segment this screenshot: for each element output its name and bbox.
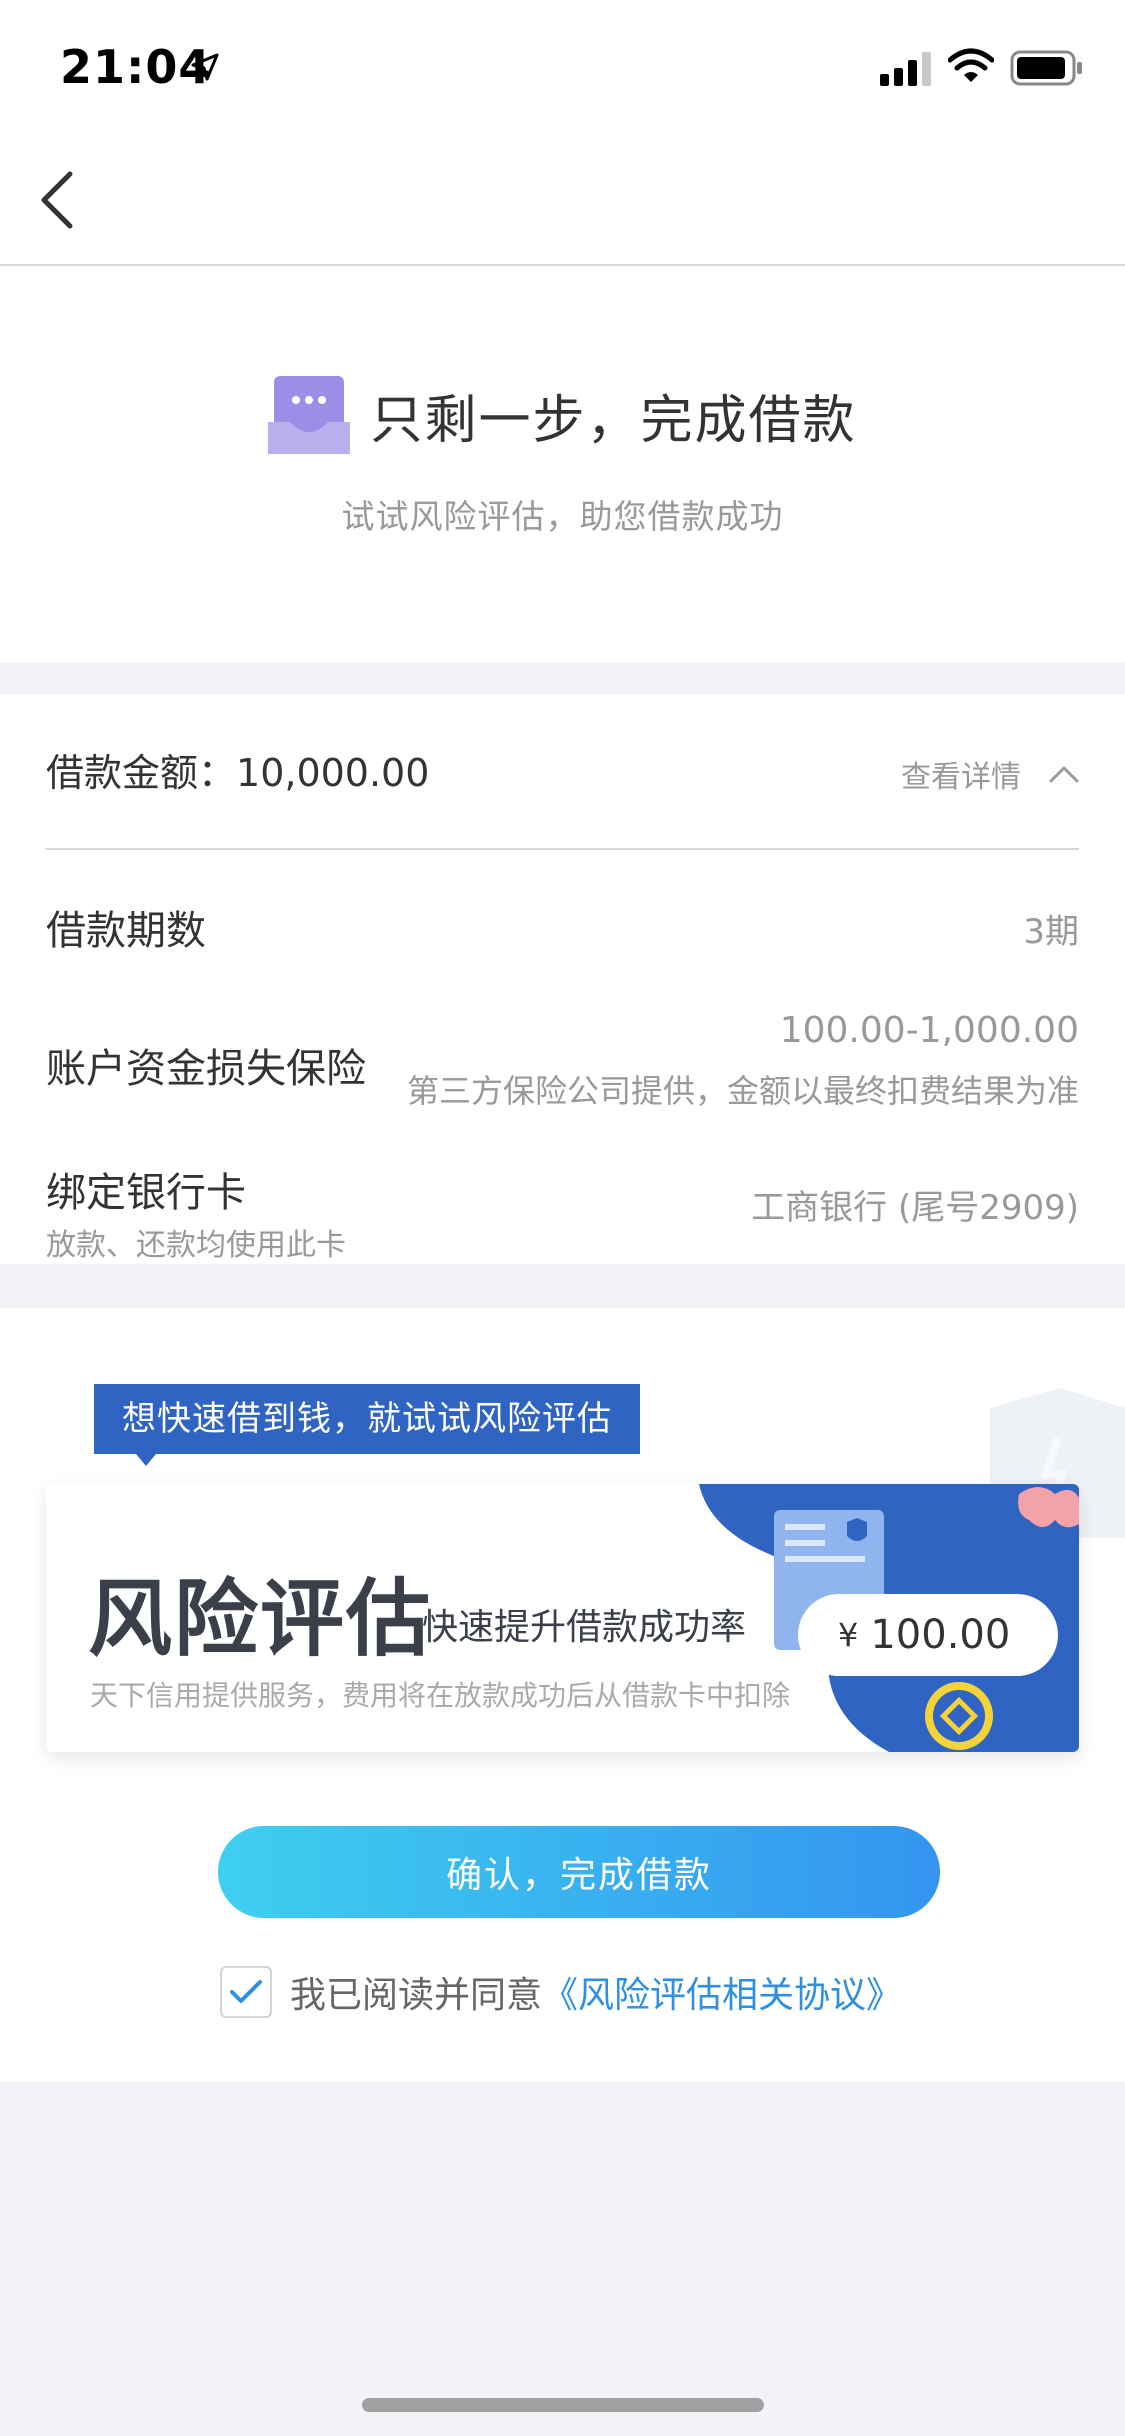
signal-icon [880, 52, 931, 86]
agreement-text: 我已阅读并同意 [290, 1975, 543, 2016]
price-value: 100.00 [870, 1612, 1011, 1658]
amount-value: 10,000.00 [236, 751, 430, 795]
message-icon [268, 376, 351, 454]
page-subtitle: 试试风险评估，助您借款成功 [341, 497, 784, 536]
amount-label-text: 借款金额： [46, 751, 237, 795]
insurance-row: 账户资金损失保险 100.00-1,000.00 第三方保险公司提供，金额以最终… [46, 1004, 1079, 1114]
status-bar: 21:04 [0, 0, 1125, 132]
bank-card-label: 绑定银行卡 [46, 1170, 246, 1216]
price-currency: ¥ [838, 1616, 859, 1654]
view-details-label: 查看详情 [901, 760, 1021, 795]
tooltip-tail [136, 1454, 156, 1466]
term-value: 3期 [1023, 912, 1079, 952]
insurance-label: 账户资金损失保险 [46, 1046, 366, 1092]
nav-bar [0, 132, 1125, 266]
confirm-button[interactable]: 确认，完成借款 [218, 1826, 940, 1918]
risk-slogan: 快速提升借款成功率 [422, 1607, 747, 1648]
loan-details: 借款金额：10,000.00 查看详情 借款期数 3期 账户资金损失保险 100… [0, 694, 1125, 1264]
agreement-link[interactable]: 《风险评估相关协议》 [542, 1966, 902, 2018]
back-icon[interactable] [30, 164, 90, 236]
page-title: 只剩一步，完成借款 [370, 390, 857, 451]
price-pill: ¥ 100.00 [798, 1594, 1058, 1676]
wifi-icon [948, 48, 994, 82]
chevron-up-icon [1049, 766, 1079, 783]
agreement-row: 我已阅读并同意 《风险评估相关协议》 [220, 1966, 902, 2018]
home-indicator[interactable] [362, 2398, 764, 2412]
bank-card-value: 工商银行 (尾号2909) [751, 1188, 1079, 1228]
header-section: 只剩一步，完成借款 试试风险评估，助您借款成功 [0, 266, 1125, 662]
battery-icon [1010, 50, 1082, 86]
risk-title: 风险评估 [88, 1570, 433, 1668]
view-details-toggle[interactable]: 查看详情 [901, 752, 1079, 796]
insurance-value: 100.00-1,000.00 [779, 1010, 1079, 1051]
amount-row: 借款金额：10,000.00 查看详情 [46, 694, 1079, 850]
term-label: 借款期数 [46, 908, 206, 954]
risk-description: 天下信用提供服务，费用将在放款成功后从借款卡中扣除 [90, 1679, 791, 1712]
risk-tooltip: 想快速借到钱，就试试风险评估 [94, 1384, 640, 1466]
insurance-note: 第三方保险公司提供，金额以最终扣费结果为准 [406, 1072, 1079, 1110]
risk-tooltip-text: 想快速借到钱，就试试风险评估 [122, 1399, 612, 1439]
agreement-checkbox[interactable] [220, 1966, 272, 2018]
risk-card[interactable]: 风险评估 快速提升借款成功率 天下信用提供服务，费用将在放款成功后从借款卡中扣除… [46, 1484, 1079, 1752]
bank-card-row[interactable]: 绑定银行卡 放款、还款均使用此卡 工商银行 (尾号2909) [46, 1156, 1079, 1264]
bank-card-sub: 放款、还款均使用此卡 [46, 1228, 346, 1263]
risk-section: 想快速借到钱，就试试风险评估 风险评估 快速提升借款成功率 天下信用提供服务，费… [0, 1308, 1125, 2082]
location-arrow-icon [191, 53, 219, 81]
check-icon [230, 1980, 262, 2003]
status-time: 21:04 [60, 40, 212, 94]
amount-label: 借款金额：10,000.00 [46, 742, 429, 797]
term-row: 借款期数 3期 [46, 890, 1079, 970]
header-title-row: 只剩一步，完成借款 [0, 376, 1125, 454]
screen: 21:04 只剩一步，完成借款 试试风险评估，助您借款成功 借款金额：10,00… [0, 0, 1125, 2436]
